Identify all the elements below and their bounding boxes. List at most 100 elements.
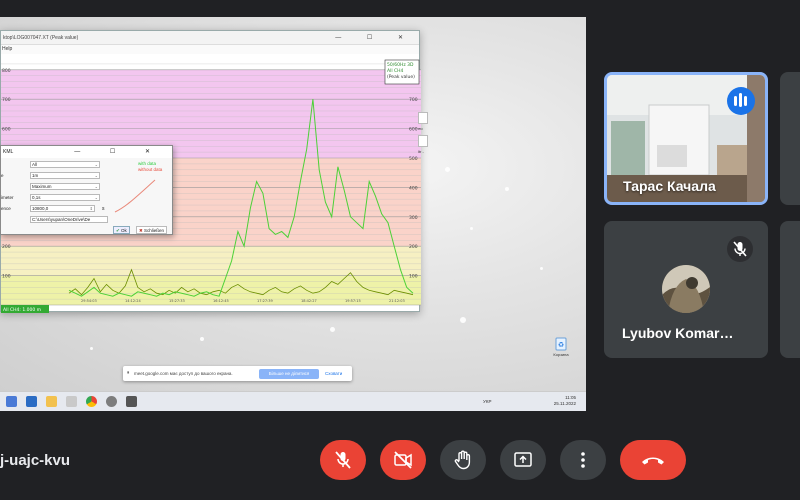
dialog-window-controls[interactable]: — ☐ ✕ xyxy=(74,146,164,158)
chrome-icon[interactable] xyxy=(86,396,97,407)
kml-export-dialog: KML — ☐ ✕ All⌄ e 1m⌄ Maximum⌄ imeter xyxy=(0,145,173,235)
x-tick-label: 29:54:03 xyxy=(81,299,97,303)
menu-help[interactable]: Help xyxy=(2,46,12,52)
language-indicator[interactable]: УКР xyxy=(483,399,491,404)
x-tick-label: 19:57:15 xyxy=(345,299,361,303)
chevron-down-icon: ⌄ xyxy=(94,184,98,189)
hand-icon xyxy=(454,450,471,470)
participant-tile-taras[interactable]: Тарас Качала xyxy=(604,72,768,205)
chevron-down-icon: ⌄ xyxy=(94,162,98,167)
app-title: ktop\LOG007047.XT (Peak value) xyxy=(3,35,79,41)
start-icon[interactable] xyxy=(6,396,17,407)
chart-band xyxy=(1,246,421,276)
dialog-row-2: e xyxy=(1,173,4,178)
stepper-icon[interactable]: ⇕ xyxy=(90,206,93,212)
more-options-button[interactable] xyxy=(560,440,606,480)
mic-off-icon xyxy=(727,236,753,262)
mic-off-icon xyxy=(335,451,351,469)
y-tick-label: 100 xyxy=(2,274,11,280)
y-tick-label: 400 xyxy=(409,185,418,191)
camera-off-icon xyxy=(394,451,412,469)
sharing-message: meet.google.com має доступ до вашого екр… xyxy=(134,371,233,376)
y-tick-label: 600 xyxy=(409,127,418,133)
speaking-indicator-icon xyxy=(727,87,755,115)
participant-name: Тарас Качала xyxy=(623,178,716,194)
end-call-icon xyxy=(642,457,664,465)
leave-call-button[interactable] xyxy=(620,440,686,480)
present-screen-button[interactable] xyxy=(500,440,546,480)
chevron-down-icon: ⌄ xyxy=(94,195,98,200)
window-controls[interactable]: — ☐ ✕ xyxy=(335,31,415,45)
participant-tile-partial[interactable] xyxy=(780,72,800,205)
recycle-bin[interactable]: ♻ Корзина xyxy=(548,335,574,365)
chevron-down-icon: ⌄ xyxy=(94,173,98,178)
windows-taskbar: УКР 11:05 25.11.2022 xyxy=(0,391,586,411)
mail-icon[interactable] xyxy=(26,396,37,407)
dialog-row-4: imeter xyxy=(1,195,14,200)
analysis-app-icon[interactable] xyxy=(126,396,137,407)
x-tick-label: 14:12:24 xyxy=(125,299,141,303)
channel-select[interactable]: All ⌄ xyxy=(30,161,100,168)
status-label: All CH4: 1.000 m xyxy=(3,307,41,313)
x-tick-label: 17:27:39 xyxy=(257,299,273,303)
stop-sharing-button[interactable]: Більше не ділитися xyxy=(259,369,319,379)
y-tick-label: 700 xyxy=(409,97,418,103)
desktop-file-icon[interactable] xyxy=(418,112,428,124)
x-tick-label: 16:12:45 xyxy=(213,299,229,303)
dialog-title: KML xyxy=(3,149,14,155)
pause-icon: ⏸ xyxy=(127,370,130,376)
close-icon: ✖ xyxy=(139,228,143,233)
close-dialog-button[interactable]: ✖ Schließen xyxy=(136,226,168,234)
raise-hand-button[interactable] xyxy=(440,440,486,480)
output-path-field[interactable]: C:\Users\yupan\OneDrive\De xyxy=(30,216,108,223)
app-icon[interactable] xyxy=(106,396,117,407)
avatar xyxy=(662,265,710,313)
y-tick-label: 100 xyxy=(409,274,418,280)
svg-text:♻: ♻ xyxy=(558,341,564,349)
mic-toggle-button[interactable] xyxy=(320,440,366,480)
dialog-titlebar[interactable]: KML — ☐ ✕ xyxy=(1,146,172,158)
more-vert-icon xyxy=(581,452,585,468)
dialog-row-5: ence xyxy=(1,206,11,211)
legend-entry: 50/60Hz 3D xyxy=(387,62,414,68)
y-tick-label: 700 xyxy=(2,97,11,103)
recycle-bin-icon: ♻ xyxy=(555,337,567,351)
distance-input[interactable]: 10800,0 ⇕ xyxy=(30,205,95,212)
without-data-legend: without data xyxy=(138,167,163,172)
x-tick-label: 15:27:33 xyxy=(169,299,185,303)
meeting-code: j-uajc-kvu xyxy=(0,452,71,469)
x-tick-label: 18:42:27 xyxy=(301,299,317,303)
y-tick-label: 200 xyxy=(409,244,418,250)
hide-bar-link[interactable]: Сховати xyxy=(325,371,342,376)
x-tick-label: 21:12:03 xyxy=(389,299,405,303)
present-icon xyxy=(514,452,532,467)
legend-entry: (Peak value) xyxy=(387,74,415,80)
y-tick-label: 200 xyxy=(2,244,11,250)
participant-tile-partial[interactable] xyxy=(780,221,800,358)
parameter-select[interactable]: 0,1s ⌄ xyxy=(30,194,100,201)
interval-select[interactable]: 1m ⌄ xyxy=(30,172,100,179)
ok-button[interactable]: ✔ Ok xyxy=(113,226,130,234)
check-icon: ✔ xyxy=(116,228,120,233)
legend-entry: All CH4 xyxy=(387,68,404,74)
desktop-file-icon[interactable] xyxy=(418,135,428,147)
app-titlebar[interactable]: ktop\LOG007047.XT (Peak value) — ☐ ✕ xyxy=(1,31,419,45)
meet-stage: ktop\LOG007047.XT (Peak value) — ☐ ✕ Hel… xyxy=(0,0,800,500)
y-tick-label: 500 xyxy=(409,156,418,162)
camera-toggle-button[interactable] xyxy=(380,440,426,480)
with-data-legend: with data xyxy=(138,161,157,166)
unit-seconds: s xyxy=(102,206,105,212)
screen-sharing-bar: ⏸ meet.google.com має доступ до вашого е… xyxy=(123,366,352,381)
participant-name: Lyubov Komar… xyxy=(622,325,734,341)
app-icon[interactable] xyxy=(66,396,77,407)
app-menubar: Help xyxy=(1,45,419,54)
participant-tile-lyubov[interactable]: Lyubov Komar… xyxy=(604,221,768,358)
file-explorer-icon[interactable] xyxy=(46,396,57,407)
desktop-icons-right: ло ltr - xyxy=(418,112,438,154)
system-clock[interactable]: 11:05 25.11.2022 xyxy=(554,395,576,407)
preview-curve xyxy=(114,179,156,213)
mode-select[interactable]: Maximum ⌄ xyxy=(30,183,100,190)
shared-screen: ktop\LOG007047.XT (Peak value) — ☐ ✕ Hel… xyxy=(0,17,586,411)
y-tick-label: 300 xyxy=(409,215,418,221)
y-tick-label: 600 xyxy=(2,127,11,133)
